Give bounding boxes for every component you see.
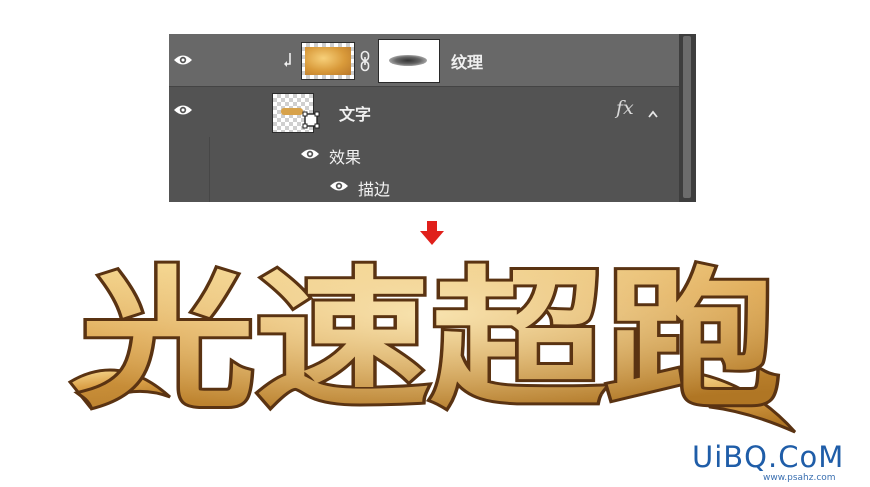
texture-preview — [305, 47, 351, 75]
eye-icon[interactable] — [173, 104, 193, 116]
smart-object-icon — [302, 111, 320, 129]
layer-row-text[interactable]: 文字 fx — [169, 87, 679, 137]
effect-name-stroke[interactable]: 描边 — [358, 176, 390, 200]
layers-panel: 纹理 文字 fx 效果 描边 — [169, 34, 696, 202]
fx-icon[interactable]: fx — [616, 97, 634, 119]
effects-row[interactable]: 效果 — [169, 138, 679, 170]
layer-row-texture[interactable]: 纹理 — [169, 34, 679, 87]
page: 纹理 文字 fx 效果 描边 光速超跑 光速超跑 UiBQ.CoM www.ps… — [0, 0, 870, 487]
layer-name-text[interactable]: 文字 — [339, 101, 371, 125]
layer-name-texture[interactable]: 纹理 — [451, 49, 483, 73]
watermark: UiBQ.CoM www.psahz.com — [688, 440, 866, 484]
effect-row-stroke[interactable]: 描边 — [169, 170, 679, 202]
mask-brush-stroke — [389, 55, 427, 66]
texture-thumbnail[interactable] — [301, 42, 355, 80]
eye-icon[interactable] — [300, 148, 320, 160]
eye-icon[interactable] — [329, 180, 349, 192]
scrollbar[interactable] — [679, 34, 696, 202]
clipping-arrow-icon — [283, 52, 293, 68]
title-text-sheen: 光速超跑 — [80, 254, 780, 428]
watermark-main: UiBQ.CoM — [692, 440, 845, 474]
text-preview — [281, 108, 303, 115]
collapse-caret-icon[interactable] — [647, 104, 659, 118]
link-chain-icon[interactable] — [359, 50, 371, 72]
effects-label: 效果 — [329, 148, 362, 167]
golden-title-artwork: 光速超跑 光速超跑 — [50, 232, 810, 462]
title-text-group: 光速超跑 光速超跑 — [77, 251, 783, 431]
layer-mask-thumbnail[interactable] — [378, 39, 440, 83]
scrollbar-thumb[interactable] — [683, 36, 691, 198]
title-art-svg: 光速超跑 光速超跑 — [67, 251, 797, 434]
eye-icon[interactable] — [173, 54, 193, 66]
watermark-sub: www.psahz.com — [763, 473, 836, 483]
